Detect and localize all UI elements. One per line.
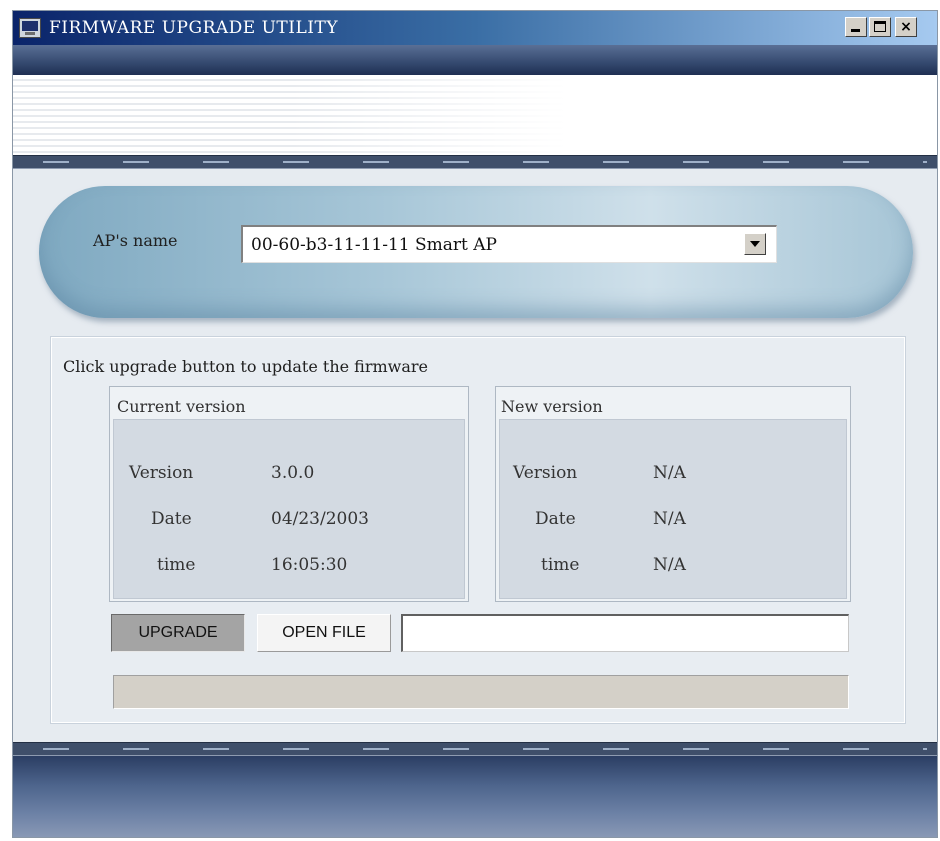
new-time-value: N/A (653, 555, 686, 575)
app-icon[interactable] (19, 18, 41, 38)
new-version-heading: New version (501, 397, 603, 416)
upgrade-button[interactable]: UPGRADE (111, 614, 245, 652)
new-version-value: N/A (653, 463, 686, 483)
window-title: FIRMWARE UPGRADE UTILITY (49, 18, 339, 38)
ap-name-value: 00-60-b3-11-11-11 Smart AP (251, 235, 497, 255)
upgrade-progress-bar (113, 675, 849, 709)
current-time-value: 16:05:30 (271, 555, 348, 575)
footer-band (13, 756, 937, 837)
ap-name-label: AP's name (93, 231, 178, 250)
open-file-button[interactable]: OPEN FILE (257, 614, 391, 652)
divider-bar-top (13, 155, 937, 169)
panel-instruction: Click upgrade button to update the firmw… (63, 357, 429, 376)
divider-bar-bottom (13, 742, 937, 756)
file-path-input[interactable] (401, 614, 849, 652)
maximize-button[interactable] (869, 17, 891, 37)
current-time-label: time (157, 555, 196, 575)
new-time-label: time (541, 555, 580, 575)
current-version-heading: Current version (117, 397, 246, 416)
header-band (13, 45, 937, 75)
upgrade-utility-window: FIRMWARE UPGRADE UTILITY × AP's name 00-… (12, 10, 938, 838)
current-version-value: 3.0.0 (271, 463, 315, 483)
header-banner (13, 75, 937, 155)
current-date-value: 04/23/2003 (271, 509, 369, 529)
maximize-icon (874, 21, 886, 32)
minimize-icon (851, 29, 860, 32)
title-bar[interactable]: FIRMWARE UPGRADE UTILITY × (13, 11, 937, 45)
chevron-down-icon[interactable] (744, 233, 766, 255)
close-icon: × (900, 19, 912, 35)
new-date-label: Date (535, 509, 576, 529)
new-date-value: N/A (653, 509, 686, 529)
current-version-label: Version (129, 463, 194, 483)
new-version-label: Version (513, 463, 578, 483)
close-button[interactable]: × (895, 17, 917, 37)
current-date-label: Date (151, 509, 192, 529)
minimize-button[interactable] (845, 17, 867, 37)
ap-name-select[interactable]: 00-60-b3-11-11-11 Smart AP (241, 225, 777, 263)
